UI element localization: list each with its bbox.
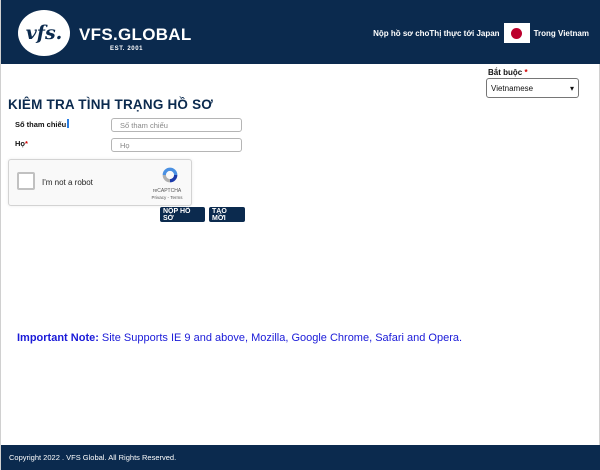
important-note: Important Note: Site Supports IE 9 and ab…	[17, 332, 462, 344]
required-mark: *	[25, 139, 28, 148]
recaptcha-checkbox[interactable]	[17, 172, 35, 190]
required-mark: *	[524, 68, 528, 77]
language-label: Bắt buộc *	[488, 68, 528, 77]
reference-label: Số tham chiếu	[15, 119, 70, 129]
country-text: Trong Vietnam	[533, 28, 589, 38]
japan-flag-icon	[503, 23, 530, 43]
recaptcha-widget: I'm not a robot reCAPTCHA Privacy - Term…	[8, 159, 192, 206]
language-selected-value: Vietnamese	[491, 83, 534, 93]
recaptcha-links[interactable]: Privacy - Terms	[145, 195, 189, 200]
logo-mark: vfs.	[25, 22, 63, 44]
lastname-input[interactable]: Họ	[111, 138, 242, 152]
recaptcha-icon	[162, 167, 178, 183]
apply-text: Nộp hồ sơ choThị thực tới Japan	[373, 28, 500, 38]
note-text: Site Supports IE 9 and above, Mozilla, G…	[101, 332, 463, 344]
footer: Copyright 2022 . VFS Global. All Rights …	[1, 445, 600, 470]
vfs-logo[interactable]: vfs.	[18, 10, 70, 56]
header-context: Nộp hồ sơ choThị thực tới Japan Trong Vi…	[373, 22, 589, 44]
language-select[interactable]: Vietnamese ▾	[486, 78, 579, 98]
page: vfs. VFS.GLOBAL EST. 2001 Nộp hồ sơ choT…	[0, 0, 600, 470]
recaptcha-brand: reCAPTCHA	[152, 188, 182, 194]
brand-established: EST. 2001	[110, 46, 144, 52]
note-label: Important Note:	[17, 332, 99, 344]
submit-button[interactable]: NỘP HỒ SƠ	[160, 207, 205, 222]
reset-button[interactable]: TẠO MỚI	[209, 207, 245, 222]
brand-name: VFS.GLOBAL	[79, 25, 192, 44]
reference-number-input[interactable]: Số tham chiếu	[111, 118, 242, 132]
page-title: KIÊM TRA TÌNH TRẠNG HỒ SƠ	[8, 97, 214, 112]
recaptcha-label: I'm not a robot	[42, 178, 93, 187]
header: vfs. VFS.GLOBAL EST. 2001 Nộp hồ sơ choT…	[1, 0, 600, 64]
lastname-label: Họ*	[15, 139, 28, 148]
chevron-down-icon: ▾	[569, 83, 574, 93]
text-cursor	[67, 119, 70, 128]
copyright-text: Copyright 2022 . VFS Global. All Rights …	[9, 453, 177, 462]
